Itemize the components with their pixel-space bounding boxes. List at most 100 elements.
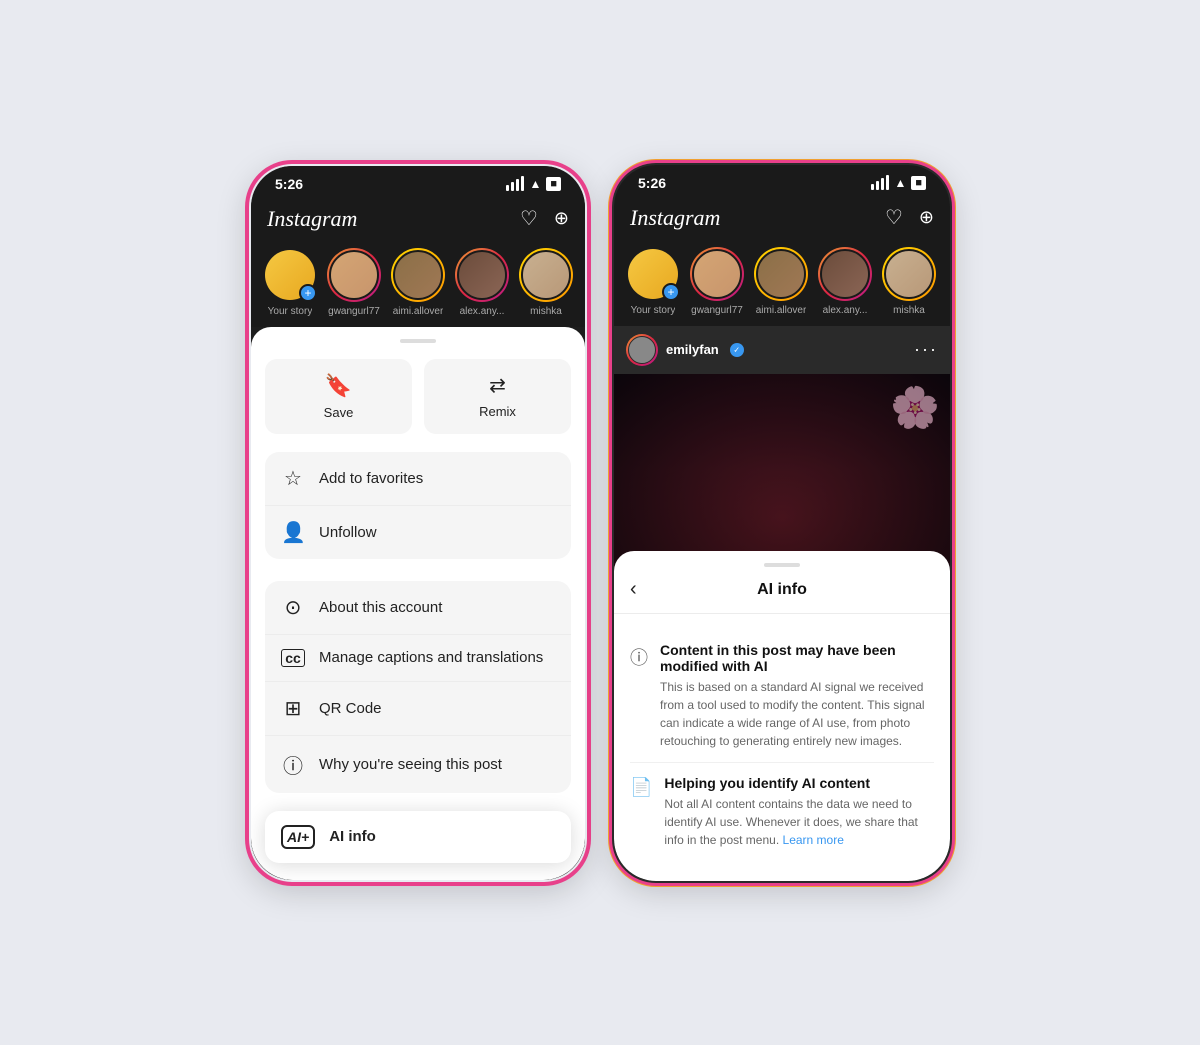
ai-panel-header: ‹ AI info [614,577,950,614]
status-bar-left: 5:26 ▲ ■ [251,166,585,198]
story-right-1[interactable]: gwangurl77 [690,247,744,316]
story-your-story[interactable]: + Your story [263,248,317,317]
ai-panel-title: AI info [630,581,934,599]
messenger-icon-right[interactable]: ⊕ [919,207,934,228]
add-favorites-item[interactable]: ☆ Add to favorites [265,452,571,506]
story-1[interactable]: gwangurl77 [327,248,381,317]
story-right-label-1: gwangurl77 [691,305,743,316]
manage-captions-item[interactable]: cc Manage captions and translations [265,635,571,682]
captions-icon: cc [281,649,305,667]
instagram-header-left: Instagram ♡ ⊕ [251,198,585,240]
instagram-logo-left: Instagram [267,206,357,232]
status-time-right: 5:26 [638,175,666,191]
story-right-label-0: Your story [631,305,676,316]
post-user-right[interactable]: emilyfan [626,334,744,366]
story-right-label-2: aimi.allover [756,305,807,316]
status-icons-left: ▲ ■ [506,176,561,191]
qr-icon: ⊞ [281,696,305,721]
menu-card-1: ☆ Add to favorites 👤 Unfollow [265,452,571,559]
about-account-label: About this account [319,599,442,616]
story-label-0: Your story [268,306,313,317]
bottom-sheet: 🔖 Save ⇄ Remix ☆ [251,327,585,880]
signal-icon [506,176,524,191]
ai-identify-desc: Not all AI content contains the data we … [664,795,934,849]
left-phone: 5:26 ▲ ■ Instagram ♡ ⊕ [248,163,588,883]
post-username-right: emilyfan [666,342,719,357]
ai-panel-item-0: ⓘ Content in this post may have been mod… [630,630,934,763]
add-favorites-label: Add to favorites [319,470,423,487]
verified-badge-right [730,343,744,357]
stories-row-right: + Your story gwangurl77 aimi.allover [614,239,950,326]
story-label-2: aimi.allover [393,306,444,317]
ai-modified-content: Content in this post may have been modif… [660,642,934,750]
save-button[interactable]: 🔖 Save [265,359,412,434]
action-buttons-row: 🔖 Save ⇄ Remix [251,359,585,448]
battery-icon: ■ [546,177,561,191]
remix-label: Remix [479,404,516,419]
qr-code-label: QR Code [319,700,382,717]
ai-panel-item-1: 📄 Helping you identify AI content Not al… [630,763,934,861]
story-4[interactable]: mishka [519,248,573,317]
instagram-header-right: Instagram ♡ ⊕ [614,197,950,239]
qr-code-item[interactable]: ⊞ QR Code [265,682,571,736]
post-area-right: emilyfan ··· 🌸 ‹ AI info [614,326,950,881]
ai-modified-title: Content in this post may have been modif… [660,642,934,674]
manage-captions-label: Manage captions and translations [319,649,543,666]
heart-icon-right[interactable]: ♡ [885,205,903,230]
menu-card-2: ⊙ About this account cc Manage captions … [265,581,571,793]
story-3[interactable]: alex.any... [455,248,509,317]
menu-section-1: ☆ Add to favorites 👤 Unfollow [251,448,585,577]
remix-button[interactable]: ⇄ Remix [424,359,571,434]
story-right-4[interactable]: mishka [882,247,936,316]
story-right-2[interactable]: aimi.allover [754,247,808,316]
info-icon: ⓘ [281,750,305,779]
why-seeing-item[interactable]: ⓘ Why you're seeing this post [265,736,571,793]
ai-identify-content: Helping you identify AI content Not all … [664,775,934,849]
ai-identify-title: Helping you identify AI content [664,775,934,791]
menu-section-2: ⊙ About this account cc Manage captions … [251,577,585,811]
header-icons-right: ♡ ⊕ [885,205,934,230]
story-label-1: gwangurl77 [328,306,380,317]
ai-modified-desc: This is based on a standard AI signal we… [660,678,934,750]
story-label-4: mishka [530,306,562,317]
learn-more-link[interactable]: Learn more [783,833,844,847]
ai-info-icon: AI+ [281,825,315,849]
story-label-3: alex.any... [460,306,505,317]
ai-info-highlighted-container: AI+ AI info [265,811,571,867]
status-bar-right: 5:26 ▲ ■ [614,165,950,197]
star-icon: ☆ [281,466,305,491]
why-seeing-label: Why you're seeing this post [319,756,502,773]
header-icons-left: ♡ ⊕ [520,206,569,231]
post-area-left: emilyfan ··· 🌸 🔖 [251,327,585,880]
heart-icon[interactable]: ♡ [520,206,538,231]
post-header-right: emilyfan ··· [614,326,950,374]
ai-info-panel: ‹ AI info ⓘ Content in this post may hav… [614,551,950,881]
sheet-handle [400,339,436,343]
signal-icon-right [871,175,889,190]
unfollow-label: Unfollow [319,524,377,541]
save-label: Save [324,405,354,420]
ai-modified-icon: ⓘ [630,644,648,750]
ai-identify-icon: 📄 [630,777,652,849]
battery-icon-right: ■ [911,176,926,190]
ai-panel-body: ⓘ Content in this post may have been mod… [614,614,950,861]
story-right-label-3: alex.any... [823,305,868,316]
story-right-0[interactable]: + Your story [626,247,680,316]
add-story-badge-right: + [662,283,680,301]
stories-row-left: + Your story gwangurl77 aimi.allover [251,240,585,327]
back-button[interactable]: ‹ [630,578,637,601]
remix-icon: ⇄ [489,373,506,398]
post-more-right[interactable]: ··· [914,339,938,360]
unfollow-item[interactable]: 👤 Unfollow [265,506,571,559]
instagram-logo-right: Instagram [630,205,720,231]
right-phone: 5:26 ▲ ■ Instagram ♡ ⊕ [612,163,952,883]
menu-section-3: 🚫 Hide ⚠ Report [251,877,585,880]
story-right-3[interactable]: alex.any... [818,247,872,316]
about-account-item[interactable]: ⊙ About this account [265,581,571,635]
flower-decoration-right: 🌸 [890,384,940,431]
save-icon: 🔖 [325,373,352,399]
messenger-icon[interactable]: ⊕ [554,208,569,229]
status-time-left: 5:26 [275,176,303,192]
story-2[interactable]: aimi.allover [391,248,445,317]
ai-info-item[interactable]: AI+ AI info [265,811,571,863]
